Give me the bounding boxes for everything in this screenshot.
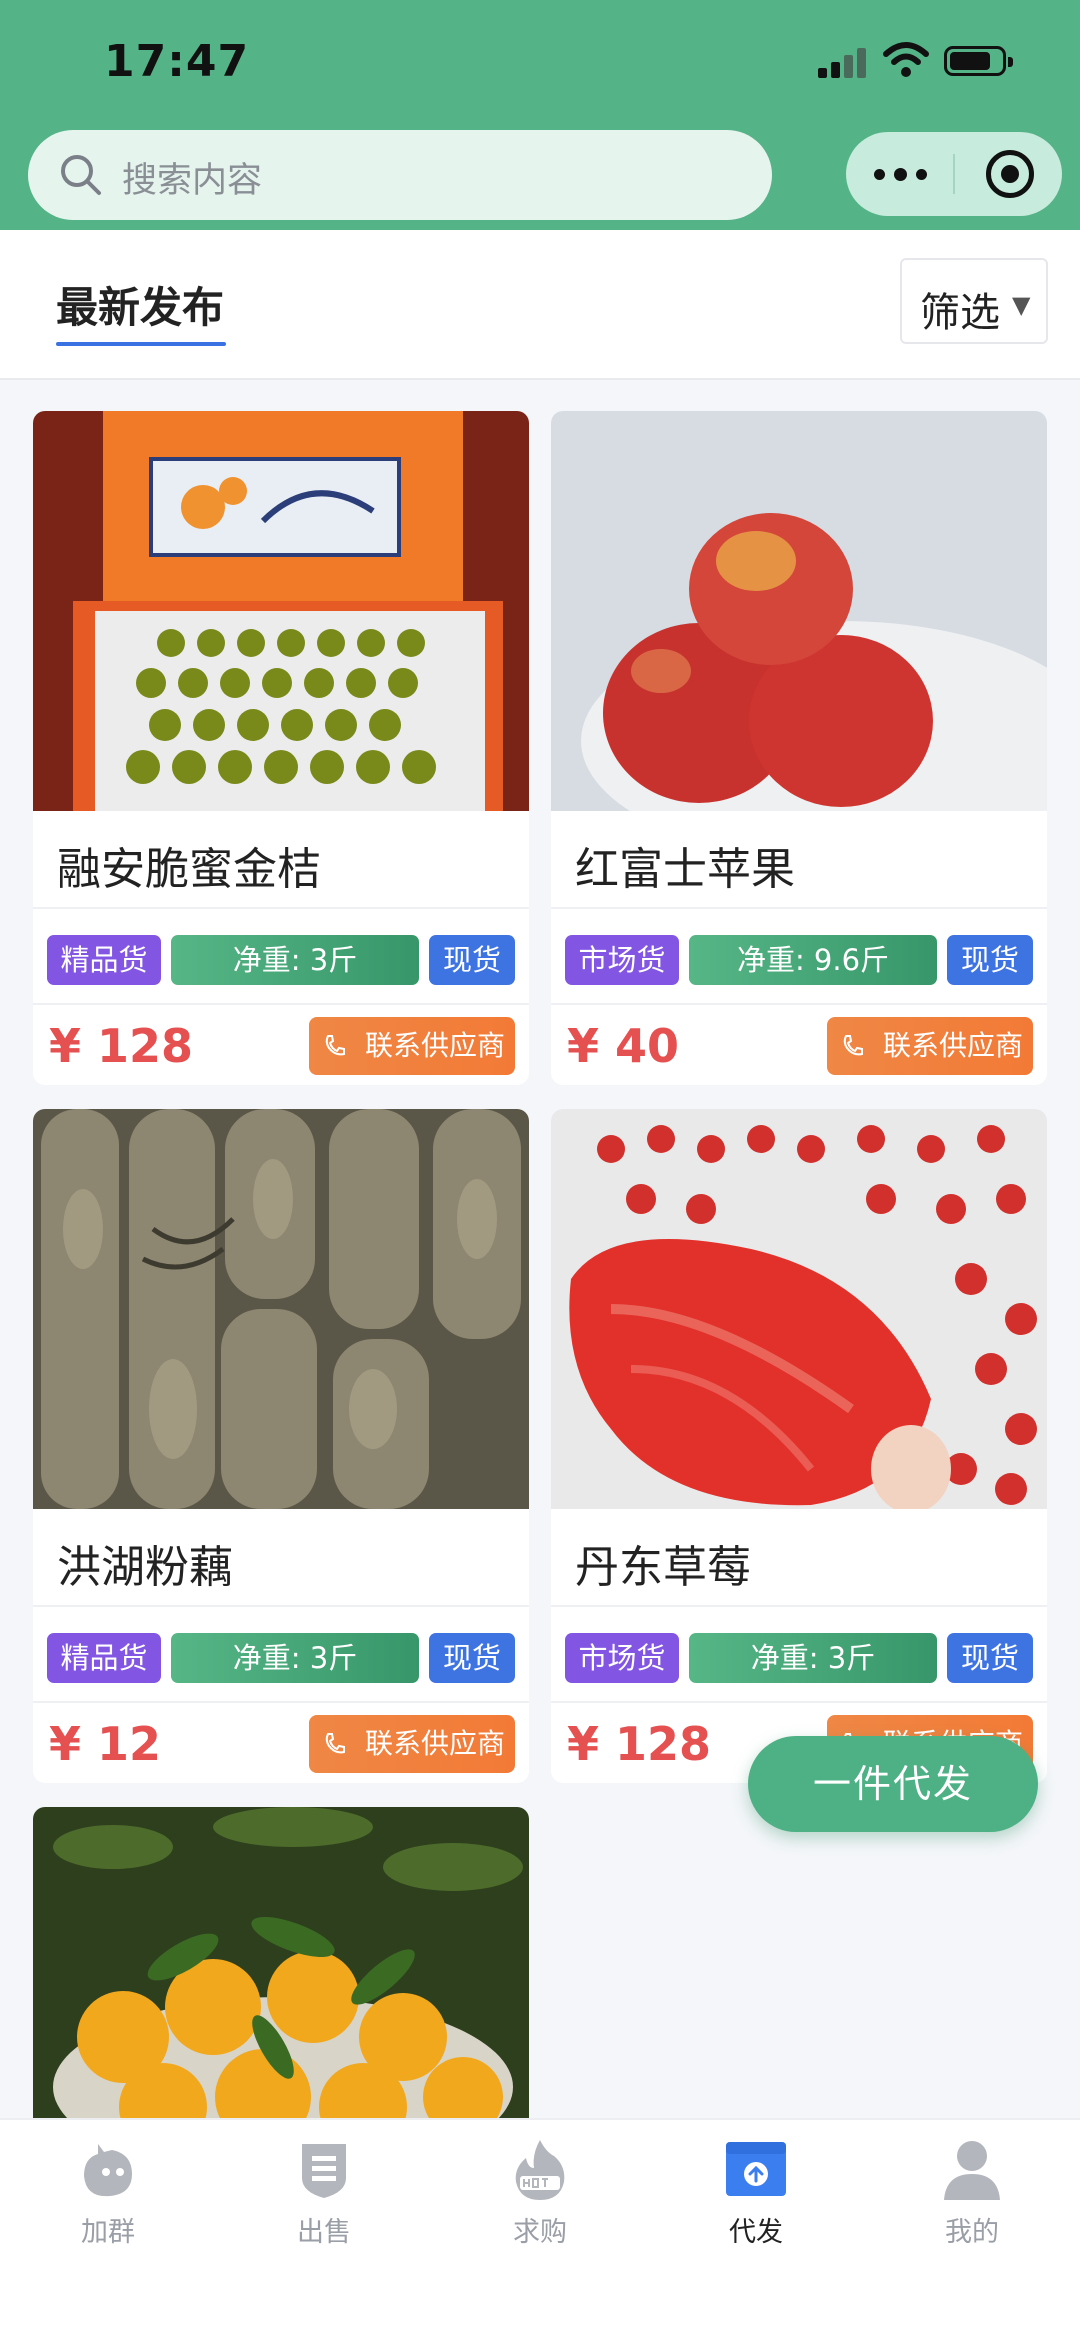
nav-label: 求购 xyxy=(513,2217,567,2248)
contact-supplier-button[interactable]: 联系供应商 xyxy=(309,1715,515,1773)
stock-badge: 现货 xyxy=(947,1633,1033,1683)
miniprogram-capsule xyxy=(846,132,1062,216)
nav-item-buy-request[interactable]: 求购 xyxy=(470,2138,610,2258)
product-image-apple xyxy=(551,411,1047,811)
search-icon xyxy=(61,155,101,195)
product-name: 融安脆蜜金桔 xyxy=(57,844,321,895)
contact-label: 联系供应商 xyxy=(364,1029,505,1062)
contact-label: 联系供应商 xyxy=(882,1029,1023,1062)
product-card[interactable]: 红富士苹果 市场货 净重: 9.6斤 现货 ¥ 40 联系供应商 xyxy=(551,411,1047,1085)
nav-item-mine[interactable]: 我的 xyxy=(902,2138,1042,2258)
stock-badge: 现货 xyxy=(947,935,1033,985)
cellular-signal-icon xyxy=(818,46,868,78)
more-options-button[interactable] xyxy=(846,132,953,216)
grade-badge: 精品货 xyxy=(47,1633,161,1683)
product-card[interactable]: 融安脆蜜金桔 精品货 净重: 3斤 现货 ¥ 128 联系供应商 xyxy=(33,411,529,1085)
grade-badge: 精品货 xyxy=(47,935,161,985)
contact-supplier-button[interactable]: 联系供应商 xyxy=(309,1017,515,1075)
nav-item-join-group[interactable]: 加群 xyxy=(38,2138,178,2258)
phone-icon xyxy=(843,1035,863,1056)
filter-label: 筛选 xyxy=(920,290,1000,336)
product-card[interactable] xyxy=(33,1807,529,2137)
hot-flame-icon xyxy=(515,2140,565,2200)
weight-badge: 净重: 9.6斤 xyxy=(689,935,937,985)
grade-badge: 市场货 xyxy=(565,935,679,985)
weight-badge: 净重: 3斤 xyxy=(171,1633,419,1683)
weight-badge: 净重: 3斤 xyxy=(171,935,419,985)
contact-label: 联系供应商 xyxy=(364,1727,505,1760)
nav-label: 我的 xyxy=(945,2217,999,2248)
contact-supplier-button[interactable]: 联系供应商 xyxy=(827,1017,1033,1075)
nav-label: 出售 xyxy=(297,2217,351,2248)
tab-latest[interactable]: 最新发布 xyxy=(56,274,224,335)
product-card[interactable]: 洪湖粉藕 精品货 净重: 3斤 现货 ¥ 12 联系供应商 xyxy=(33,1109,529,1783)
phone-icon xyxy=(325,1035,345,1056)
status-bar: 17:47 xyxy=(0,0,1080,120)
close-miniprogram-icon[interactable] xyxy=(986,150,1034,198)
dropdown-arrow-icon: ▼ xyxy=(1012,291,1031,319)
product-image-strawberry xyxy=(551,1109,1047,1509)
upload-box-icon xyxy=(726,2142,786,2196)
search-placeholder: 搜索内容 xyxy=(122,161,263,201)
product-image-lotus-root xyxy=(33,1109,529,1509)
stock-badge: 现货 xyxy=(429,935,515,985)
stock-badge: 现货 xyxy=(429,1633,515,1683)
phone-icon xyxy=(325,1733,345,1754)
person-icon xyxy=(944,2141,1000,2200)
chat-bird-icon xyxy=(84,2144,132,2197)
product-name: 洪湖粉藕 xyxy=(57,1542,233,1593)
sell-shield-icon xyxy=(302,2144,346,2198)
product-card[interactable]: 丹东草莓 市场货 净重: 3斤 现货 ¥ 128 联系供应商 xyxy=(551,1109,1047,1783)
search-input[interactable]: 搜索内容 xyxy=(28,130,772,220)
product-name: 丹东草莓 xyxy=(575,1542,751,1593)
status-time: 17:47 xyxy=(104,36,250,87)
product-price: ¥ 128 xyxy=(567,1717,712,1771)
tab-bar: 最新发布 筛选 ▼ xyxy=(0,230,1080,380)
product-image-orange xyxy=(33,1807,529,2137)
nav-label: 加群 xyxy=(81,2217,135,2248)
nav-item-dropship[interactable]: 代发 xyxy=(686,2138,826,2258)
product-price: ¥ 12 xyxy=(49,1717,162,1771)
nav-label: 代发 xyxy=(729,2217,783,2248)
battery-icon xyxy=(944,46,1013,76)
dropship-button[interactable]: 一件代发 xyxy=(748,1736,1038,1832)
bottom-nav: 加群 出售 求购 代发 我的 xyxy=(0,2118,1080,2337)
header: 17:47 搜索内容 xyxy=(0,0,1080,230)
product-image-kumquat xyxy=(33,411,529,811)
product-price: ¥ 128 xyxy=(49,1019,194,1073)
weight-badge: 净重: 3斤 xyxy=(689,1633,937,1683)
filter-button[interactable]: 筛选 ▼ xyxy=(900,258,1048,344)
nav-item-sell[interactable]: 出售 xyxy=(254,2138,394,2258)
product-price: ¥ 40 xyxy=(567,1019,680,1073)
wifi-icon xyxy=(883,42,929,77)
product-name: 红富士苹果 xyxy=(575,844,795,895)
tab-active-indicator xyxy=(56,342,226,346)
grade-badge: 市场货 xyxy=(565,1633,679,1683)
